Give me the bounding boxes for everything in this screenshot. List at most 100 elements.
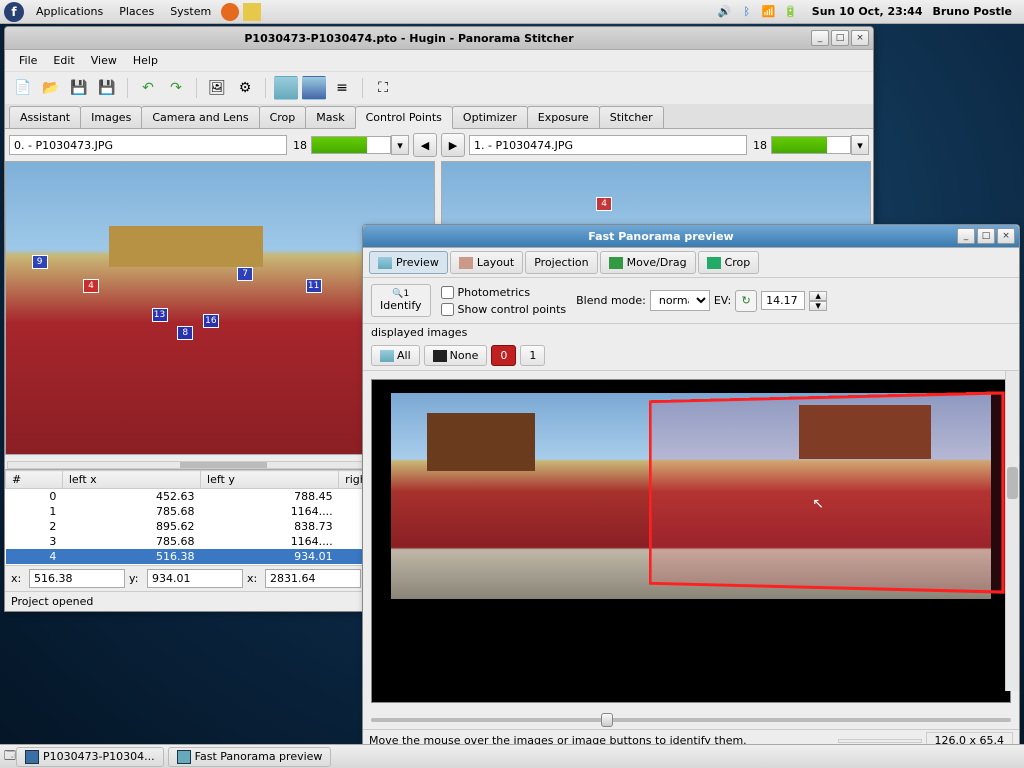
new-project-icon[interactable]: 📄	[11, 76, 35, 100]
photometrics-checkbox[interactable]: Photometrics	[441, 286, 567, 299]
firefox-launcher-icon[interactable]	[221, 3, 239, 21]
bluetooth-icon[interactable]: ᛒ	[738, 3, 756, 21]
identify-button[interactable]: 🔍1 Identify	[371, 284, 431, 317]
cp-marker[interactable]: 13	[152, 308, 168, 322]
ev-spin-down-icon[interactable]: ▾	[809, 301, 827, 311]
tab-camera-lens[interactable]: Camera and Lens	[141, 106, 259, 128]
taskbar-hugin[interactable]: P1030473-P10304...	[16, 747, 164, 767]
preview-vscroll[interactable]	[1005, 371, 1019, 691]
tab-projection[interactable]: Projection	[525, 251, 597, 274]
preview-canvas[interactable]: ↖	[371, 379, 1011, 703]
bottom-panel: 🗔 P1030473-P10304... Fast Panorama previ…	[0, 744, 1024, 768]
cp-marker[interactable]: 7	[237, 267, 253, 281]
tab-stitcher[interactable]: Stitcher	[599, 106, 664, 128]
menu-file[interactable]: File	[11, 52, 45, 69]
preview-controls: 🔍1 Identify Photometrics Show control po…	[363, 278, 1019, 324]
add-images-icon[interactable]: 🖼	[205, 76, 229, 100]
maximize-button[interactable]: □	[977, 228, 995, 244]
cp-list-icon[interactable]: ≡	[330, 76, 354, 100]
tab-crop[interactable]: Crop	[259, 106, 307, 128]
x2-label: x:	[247, 572, 261, 585]
preview-task-icon	[177, 750, 191, 764]
hugin-toolbar: 📄 📂 💾 💾 ↶ ↷ 🖼 ⚙ ≡ ⛶	[5, 72, 873, 104]
hugin-window-title: P1030473-P1030474.pto - Hugin - Panorama…	[9, 32, 809, 45]
col-num[interactable]: #	[6, 471, 63, 489]
menu-edit[interactable]: Edit	[45, 52, 82, 69]
next-pair-button[interactable]: ▶	[441, 133, 465, 157]
save-project-icon[interactable]: 💾	[67, 76, 91, 100]
tab-preview[interactable]: Preview	[369, 251, 448, 274]
maximize-button[interactable]: □	[831, 30, 849, 46]
display-none-button[interactable]: None	[424, 345, 488, 366]
optimize-icon[interactable]: ⚙	[233, 76, 257, 100]
none-icon	[433, 350, 447, 362]
cp-marker[interactable]: 4	[596, 197, 612, 211]
menu-applications[interactable]: Applications	[28, 3, 111, 20]
layout-icon	[459, 257, 473, 269]
notes-launcher-icon[interactable]	[243, 3, 261, 21]
user-menu[interactable]: Bruno Postle	[932, 5, 1012, 18]
menu-view[interactable]: View	[83, 52, 125, 69]
preview-hfov-slider[interactable]	[363, 711, 1019, 729]
left-image-select[interactable]	[9, 135, 287, 155]
gl-preview-icon[interactable]	[302, 76, 326, 100]
image-0-toggle[interactable]: 0	[491, 345, 516, 366]
redo-icon[interactable]: ↷	[164, 76, 188, 100]
tab-exposure[interactable]: Exposure	[527, 106, 600, 128]
cp-marker[interactable]: 4	[83, 279, 99, 293]
volume-icon[interactable]: 🔊	[716, 3, 734, 21]
left-image-dropdown-icon[interactable]: ▾	[391, 135, 409, 155]
cp-marker[interactable]: 9	[32, 255, 48, 269]
prev-pair-button[interactable]: ◀	[413, 133, 437, 157]
fullscreen-icon[interactable]: ⛶	[371, 76, 395, 100]
minimize-button[interactable]: _	[957, 228, 975, 244]
tab-control-points[interactable]: Control Points	[355, 106, 453, 129]
preview-titlebar[interactable]: Fast Panorama preview _ □ ×	[363, 225, 1019, 248]
save-as-icon[interactable]: 💾	[95, 76, 119, 100]
x1-input[interactable]	[29, 569, 125, 588]
right-image-select[interactable]	[469, 135, 747, 155]
crop-icon	[707, 257, 721, 269]
ev-reset-icon[interactable]: ↻	[735, 290, 757, 312]
battery-icon[interactable]: 🔋	[782, 3, 800, 21]
network-icon[interactable]: 📶	[760, 3, 778, 21]
show-cp-checkbox[interactable]: Show control points	[441, 303, 567, 316]
cp-marker[interactable]: 8	[177, 326, 193, 340]
tab-crop[interactable]: Crop	[698, 251, 760, 274]
ev-label: EV:	[714, 294, 731, 307]
right-image-dropdown-icon[interactable]: ▾	[851, 135, 869, 155]
tab-movedrag[interactable]: Move/Drag	[600, 251, 696, 274]
undo-icon[interactable]: ↶	[136, 76, 160, 100]
clock[interactable]: Sun 10 Oct, 23:44	[812, 5, 923, 18]
preview-window: Fast Panorama preview _ □ × Preview Layo…	[362, 224, 1020, 752]
cp-marker[interactable]: 11	[306, 279, 322, 293]
hugin-tabbar: Assistant Images Camera and Lens Crop Ma…	[5, 104, 873, 129]
preview-icon[interactable]	[274, 76, 298, 100]
menu-system[interactable]: System	[162, 3, 219, 20]
menu-places[interactable]: Places	[111, 3, 162, 20]
left-progress	[311, 136, 391, 154]
show-desktop-icon[interactable]: 🗔	[4, 747, 16, 766]
display-all-button[interactable]: All	[371, 345, 420, 366]
ev-input[interactable]	[761, 291, 805, 310]
fedora-menu-icon[interactable]: f	[4, 2, 24, 22]
tab-mask[interactable]: Mask	[305, 106, 355, 128]
taskbar-preview[interactable]: Fast Panorama preview	[168, 747, 332, 767]
y1-input[interactable]	[147, 569, 243, 588]
blend-mode-select[interactable]: normal	[650, 290, 710, 311]
close-button[interactable]: ×	[851, 30, 869, 46]
menu-help[interactable]: Help	[125, 52, 166, 69]
close-button[interactable]: ×	[997, 228, 1015, 244]
tab-layout[interactable]: Layout	[450, 251, 523, 274]
cp-marker[interactable]: 16	[203, 314, 219, 328]
col-lefty[interactable]: left y	[201, 471, 339, 489]
hugin-titlebar[interactable]: P1030473-P1030474.pto - Hugin - Panorama…	[5, 27, 873, 50]
open-project-icon[interactable]: 📂	[39, 76, 63, 100]
tab-images[interactable]: Images	[80, 106, 142, 128]
col-leftx[interactable]: left x	[62, 471, 200, 489]
x2-input[interactable]	[265, 569, 361, 588]
minimize-button[interactable]: _	[811, 30, 829, 46]
image-1-toggle[interactable]: 1	[520, 345, 545, 366]
tab-optimizer[interactable]: Optimizer	[452, 106, 528, 128]
tab-assistant[interactable]: Assistant	[9, 106, 81, 128]
